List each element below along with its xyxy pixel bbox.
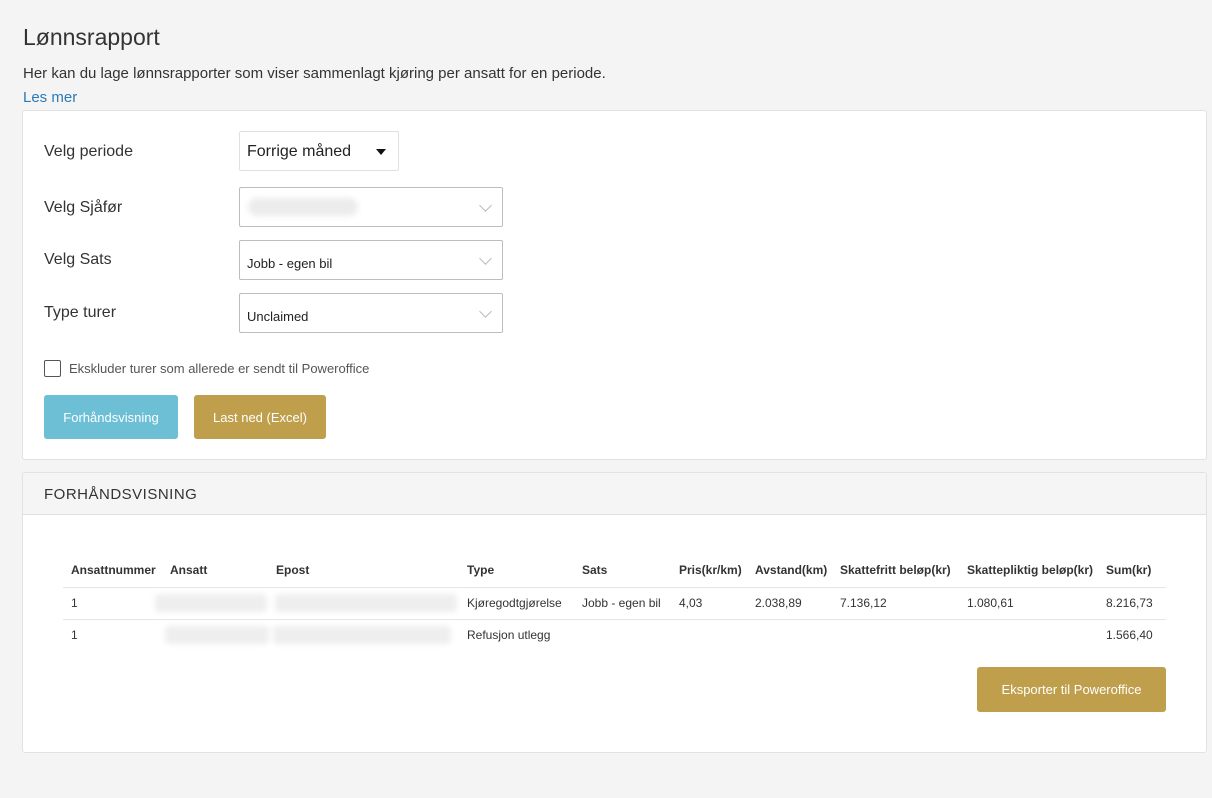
cell-skattefritt: 7.136,12 <box>840 596 887 610</box>
period-label: Velg periode <box>44 143 133 160</box>
preview-card-header: FORHÅNDSVISNING <box>23 473 1206 515</box>
column-header-avstand: Avstand(km) <box>755 563 828 577</box>
column-header-skattefritt: Skattefritt beløp(kr) <box>840 563 951 577</box>
preview-button[interactable]: Forhåndsvisning <box>44 395 178 439</box>
cell-type: Refusjon utlegg <box>467 628 551 642</box>
preview-card: FORHÅNDSVISNING Ansattnummer Ansatt Epos… <box>22 472 1207 753</box>
payroll-report-page: Lønnsrapport Her kan du lage lønnsrappor… <box>0 0 1212 798</box>
trip-type-select-value: Unclaimed <box>247 309 309 324</box>
header-divider <box>63 587 1166 588</box>
download-excel-button[interactable]: Last ned (Excel) <box>194 395 326 439</box>
rate-select[interactable]: Jobb - egen bil <box>239 240 503 280</box>
driver-select-value-redacted <box>248 198 358 216</box>
row-divider <box>63 619 1166 620</box>
export-poweroffice-button[interactable]: Eksporter til Poweroffice <box>977 667 1166 712</box>
cell-type: Kjøregodtgjørelse <box>467 596 562 610</box>
trip-type-label: Type turer <box>44 304 117 321</box>
period-select-value: Forrige måned <box>247 143 352 160</box>
chevron-down-icon <box>479 252 492 265</box>
column-header-sum: Sum(kr) <box>1106 563 1152 577</box>
column-header-epost: Epost <box>276 563 310 577</box>
trip-type-select[interactable]: Unclaimed <box>239 293 503 333</box>
preview-header-title: FORHÅNDSVISNING <box>44 486 198 503</box>
column-header-ansattnummer: Ansattnummer <box>71 563 156 577</box>
exclude-sent-label[interactable]: Ekskluder turer som allerede er sendt ti… <box>69 361 369 376</box>
cell-ansatt-redacted <box>165 626 269 644</box>
cell-sum: 8.216,73 <box>1106 596 1153 610</box>
report-form-card: Velg periode Forrige måned Velg Sjåfør V… <box>22 110 1207 460</box>
cell-pris: 4,03 <box>679 596 703 610</box>
column-header-pris: Pris(kr/km) <box>679 563 742 577</box>
column-header-sats: Sats <box>582 563 608 577</box>
column-header-type: Type <box>467 563 495 577</box>
rate-select-value: Jobb - egen bil <box>247 256 333 271</box>
column-header-ansatt: Ansatt <box>170 563 208 577</box>
chevron-down-icon <box>479 305 492 318</box>
cell-ansatt-redacted <box>155 594 267 612</box>
cell-avstand: 2.038,89 <box>755 596 802 610</box>
cell-epost-redacted <box>273 626 451 644</box>
cell-ansattnummer: 1 <box>71 596 78 610</box>
cell-ansattnummer: 1 <box>71 628 78 642</box>
cell-sats: Jobb - egen bil <box>582 596 661 610</box>
cell-skattepliktig: 1.080,61 <box>967 596 1014 610</box>
caret-down-icon <box>376 149 386 155</box>
driver-select[interactable] <box>239 187 503 227</box>
rate-label: Velg Sats <box>44 251 112 268</box>
period-select[interactable]: Forrige måned <box>239 131 399 171</box>
column-header-skattepliktig: Skattepliktig beløp(kr) <box>967 563 1094 577</box>
driver-label: Velg Sjåfør <box>44 199 123 216</box>
page-title: Lønnsrapport <box>23 24 160 50</box>
chevron-down-icon <box>479 199 492 212</box>
read-more-link[interactable]: Les mer <box>23 89 77 106</box>
cell-epost-redacted <box>275 594 457 612</box>
page-intro: Her kan du lage lønnsrapporter som viser… <box>23 65 606 82</box>
cell-sum: 1.566,40 <box>1106 628 1153 642</box>
exclude-sent-checkbox[interactable] <box>44 360 61 377</box>
